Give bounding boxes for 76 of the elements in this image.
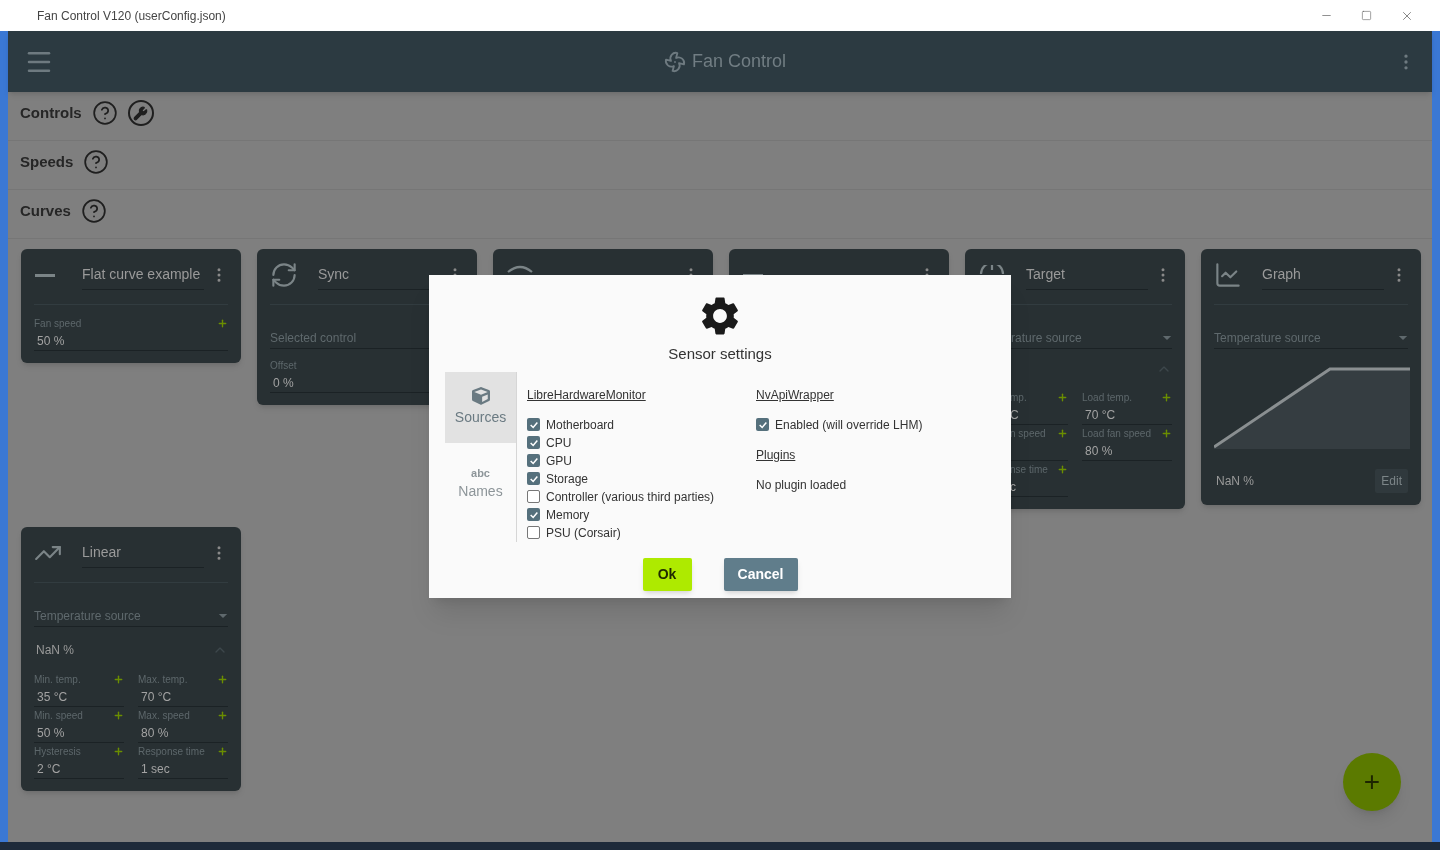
value-field[interactable]: 1 sec (138, 759, 228, 779)
maximize-icon[interactable] (1361, 10, 1372, 21)
speed-reading: NaN % (1215, 473, 1254, 490)
plus-icon[interactable] (113, 709, 124, 721)
cancel-button[interactable]: Cancel (723, 557, 798, 591)
name-field[interactable]: Graph (1262, 260, 1384, 290)
value-field[interactable]: 35 °C (34, 687, 124, 707)
plus-icon[interactable] (113, 673, 124, 685)
value-field[interactable]: 50 % (34, 331, 228, 351)
section-title: Controls (20, 102, 82, 123)
checkbox[interactable] (527, 490, 540, 503)
checkbox[interactable] (527, 418, 540, 431)
plus-icon[interactable] (1057, 463, 1068, 475)
plugin-status: No plugin loaded (756, 476, 848, 494)
checkbox[interactable] (527, 472, 540, 485)
value-field[interactable]: 70 °C (1082, 405, 1172, 425)
abc-glyph: abc (471, 466, 490, 479)
line-chart-icon (1215, 262, 1241, 288)
help-icon[interactable] (91, 100, 118, 126)
cube-icon (471, 386, 490, 405)
help-icon[interactable] (80, 198, 107, 224)
plus-icon[interactable] (217, 673, 228, 685)
window-title: Fan Control V120 (userConfig.json) (37, 7, 227, 25)
checkbox[interactable] (527, 526, 540, 539)
checkbox[interactable] (527, 508, 540, 521)
checkbox-label: Memory (546, 506, 590, 524)
plus-icon[interactable] (217, 745, 228, 757)
checkbox-label: GPU (546, 452, 572, 470)
plus-icon[interactable] (1057, 391, 1068, 403)
arc-icon (507, 265, 533, 273)
speed-reading: NaN % (35, 642, 74, 659)
checkbox[interactable] (527, 454, 540, 467)
checkbox-label: Controller (various third parties) (546, 488, 715, 506)
app-title: Fan Control (691, 50, 786, 73)
checkbox[interactable] (527, 436, 540, 449)
name-field[interactable]: Linear (82, 538, 204, 568)
checkbox-label: PSU (Corsair) (546, 524, 621, 542)
add-button[interactable]: + (1343, 753, 1401, 811)
section-link[interactable]: LibreHardwareMonitor (527, 387, 646, 402)
dial-icon (979, 264, 1005, 274)
value-field[interactable]: 50 % (34, 723, 124, 743)
field-label: Hysteresis (34, 744, 81, 759)
caret-icon (1162, 334, 1172, 341)
help-icon[interactable] (83, 149, 110, 175)
edit-button[interactable]: Edit (1375, 469, 1408, 493)
refresh-icon (271, 262, 297, 288)
section-title: Curves (20, 200, 71, 221)
nav-tab[interactable]: Sources (445, 371, 516, 443)
wrench-icon[interactable] (127, 100, 154, 126)
plus-icon[interactable] (1057, 427, 1068, 439)
name-field[interactable]: Flat curve example (82, 260, 204, 290)
value-field[interactable]: 80 % (138, 723, 228, 743)
checkbox-label: CPU (546, 434, 572, 452)
checkbox[interactable] (756, 418, 769, 431)
ok-button[interactable]: Ok (642, 557, 692, 591)
minus-icon (35, 273, 55, 277)
name-field[interactable]: Target (1026, 260, 1148, 290)
fan-icon (663, 50, 686, 73)
checkbox-label: Enabled (will override LHM) (775, 416, 923, 434)
plus-icon[interactable] (217, 317, 228, 329)
value-field[interactable]: 2 °C (34, 759, 124, 779)
section-title: Speeds (20, 151, 74, 172)
plus-icon[interactable] (217, 709, 228, 721)
nav-tab[interactable]: abc Names (445, 448, 516, 520)
checkbox-label: Motherboard (546, 416, 615, 434)
value-field[interactable]: 80 % (1082, 441, 1172, 461)
caret-icon (218, 612, 228, 619)
section-link[interactable]: Plugins (756, 447, 796, 462)
checkbox-label: Storage (546, 470, 589, 488)
caret-icon (1398, 334, 1408, 341)
value-field[interactable]: 70 °C (138, 687, 228, 707)
dialog-title: Sensor settings (668, 344, 772, 364)
plus-icon[interactable] (1161, 427, 1172, 439)
plus-icon[interactable] (1161, 391, 1172, 403)
plus-icon[interactable] (113, 745, 124, 757)
section-link[interactable]: NvApiWrapper (756, 387, 834, 402)
